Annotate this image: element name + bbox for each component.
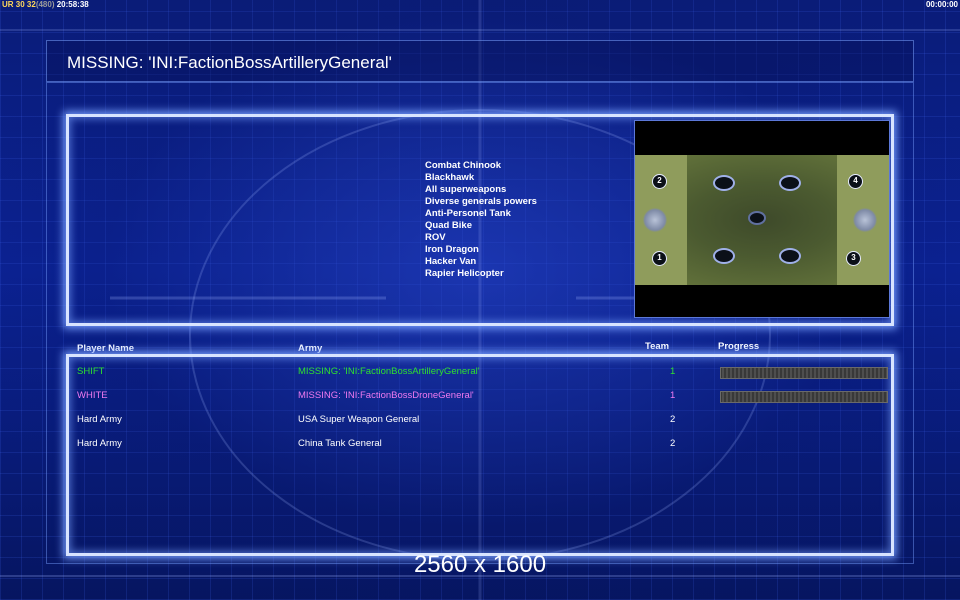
header-team: Team: [645, 341, 670, 352]
player-army: China Tank General: [298, 438, 382, 449]
player-row[interactable]: SHIFT MISSING: 'INI:FactionBossArtilleryG…: [0, 366, 960, 382]
unit-list-item: ROV: [425, 232, 446, 243]
player-list-panel: [66, 354, 894, 556]
title-bar: MISSING: 'INI:FactionBossArtilleryGenera…: [46, 40, 914, 82]
player-army: USA Super Weapon General: [298, 414, 420, 425]
unit-list-item: Diverse generals powers: [425, 196, 537, 207]
resolution-label: 2560 x 1600: [413, 551, 547, 578]
header-army: Army: [298, 343, 323, 354]
progress-bar: [720, 391, 888, 403]
hud-stats: UR 30 32(480) 20:58:38: [2, 0, 89, 9]
map-pad-right: [853, 208, 877, 232]
player-row[interactable]: Hard Army China Tank General 2: [0, 438, 960, 454]
hud-segment: 30: [15, 0, 27, 9]
unit-list-item: All superweapons: [425, 184, 507, 195]
map-base: [713, 175, 735, 191]
player-army: MISSING: 'INI:FactionBossDroneGeneral': [298, 390, 474, 401]
minimap[interactable]: 2 4 1 3: [634, 120, 890, 318]
player-team: 2: [670, 438, 676, 449]
player-row[interactable]: Hard Army USA Super Weapon General 2: [0, 414, 960, 430]
player-team: 1: [670, 366, 676, 377]
spawn-marker[interactable]: 4: [848, 174, 863, 189]
header-progress: Progress: [718, 341, 760, 352]
map-base: [779, 175, 801, 191]
hud-segment: UR: [2, 0, 16, 9]
spawn-marker[interactable]: 1: [652, 251, 667, 266]
unit-list-item: Quad Bike: [425, 220, 472, 231]
progress-bar: [720, 367, 888, 379]
unit-list-item: Combat Chinook: [425, 160, 501, 171]
unit-list-item: Iron Dragon: [425, 244, 479, 255]
spawn-marker[interactable]: 3: [846, 251, 861, 266]
unit-list-item: Hacker Van: [425, 256, 477, 267]
map-terrain: 2 4 1 3: [635, 155, 889, 285]
unit-list-item: Rapier Helicopter: [425, 268, 504, 279]
hud-segment: 20:58:38: [54, 0, 89, 9]
map-pad-left: [643, 208, 667, 232]
map-center: [748, 211, 766, 225]
player-name: SHIFT: [77, 366, 105, 377]
hud-segment: (480): [35, 0, 55, 9]
player-name: Hard Army: [77, 438, 122, 449]
player-team: 1: [670, 390, 676, 401]
map-base: [779, 248, 801, 264]
header-player-name: Player Name: [77, 343, 135, 354]
unit-list-item: Blackhawk: [425, 172, 475, 183]
player-name: WHITE: [77, 390, 108, 401]
spawn-marker[interactable]: 2: [652, 174, 667, 189]
hud-clock: 00:00:00: [925, 0, 958, 9]
unit-list: Combat Chinook Blackhawk All superweapons D…: [425, 160, 537, 280]
hud-segment: 32: [26, 0, 36, 9]
player-team: 2: [670, 414, 676, 425]
player-row[interactable]: WHITE MISSING: 'INI:FactionBossDroneGener…: [0, 390, 960, 406]
map-base: [713, 248, 735, 264]
unit-list-item: Anti-Personel Tank: [425, 208, 511, 219]
player-army: MISSING: 'INI:FactionBossArtilleryGenera…: [298, 366, 480, 377]
game-title: MISSING: 'INI:FactionBossArtilleryGenera…: [67, 53, 392, 72]
player-name: Hard Army: [77, 414, 122, 425]
